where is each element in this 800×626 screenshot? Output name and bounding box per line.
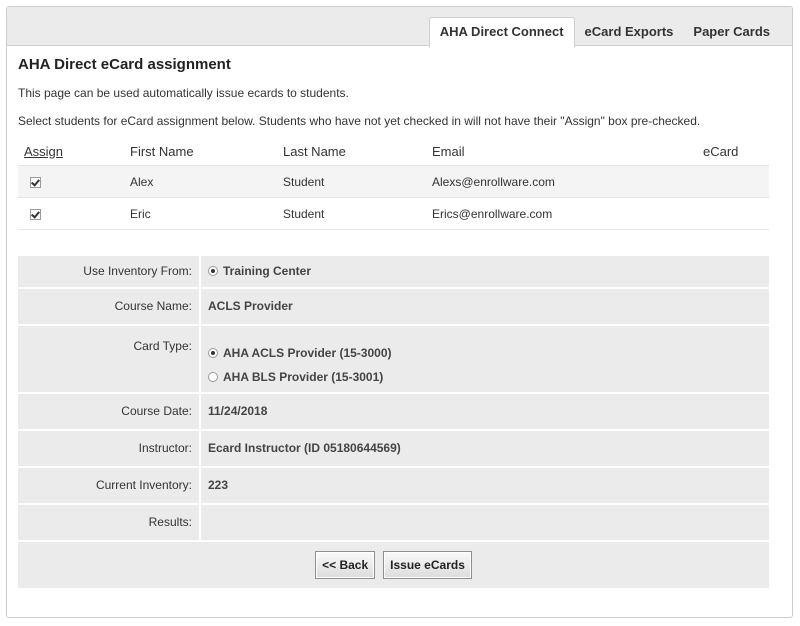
inventory-value: Training Center xyxy=(201,256,769,287)
email-cell: Alexs@enrollware.com xyxy=(432,165,703,198)
back-button[interactable]: << Back xyxy=(315,551,376,579)
card-type-row: Card Type: AHA ACLS Provider (15-3000) A… xyxy=(18,326,769,394)
card-type-bls-radio[interactable] xyxy=(208,372,218,382)
results-label: Results: xyxy=(18,505,201,540)
results-row: Results: xyxy=(18,505,769,542)
button-row: << Back Issue eCards xyxy=(18,542,769,588)
inventory-option-label: Training Center xyxy=(223,264,312,278)
course-date-row: Course Date: 11/24/2018 xyxy=(18,394,769,431)
card-type-label: Card Type: xyxy=(18,326,201,392)
instructor-label: Instructor: xyxy=(18,431,201,466)
current-inventory-row: Current Inventory: 223 xyxy=(18,468,769,505)
first-name-cell: Eric xyxy=(130,197,283,230)
course-name-row: Course Name: ACLS Provider xyxy=(18,289,769,326)
card-type-option-bls[interactable]: AHA BLS Provider (15-3001) xyxy=(208,365,769,389)
last-name-column-header: Last Name xyxy=(283,143,346,159)
email-column-header: Email xyxy=(432,143,465,159)
first-name-column-header: First Name xyxy=(130,143,194,159)
card-type-acls-radio[interactable] xyxy=(208,348,218,358)
ecard-cell xyxy=(703,197,769,230)
page-instructions: Select students for eCard assignment bel… xyxy=(18,114,701,128)
assign-cell xyxy=(18,165,130,198)
inventory-training-center-radio[interactable] xyxy=(208,266,218,276)
last-name-cell: Student xyxy=(283,165,432,198)
main-content: AHA Direct eCard assignment This page ca… xyxy=(18,56,769,230)
tab-paper-cards[interactable]: Paper Cards xyxy=(683,18,780,47)
tab-bar: AHA Direct Connect eCard Exports Paper C… xyxy=(7,7,792,48)
results-value xyxy=(201,505,769,540)
card-type-option-label: AHA BLS Provider (15-3001) xyxy=(223,370,384,384)
page-intro: This page can be used automatically issu… xyxy=(18,86,349,100)
assign-checkbox[interactable] xyxy=(30,208,41,220)
last-name-cell: Student xyxy=(283,197,432,230)
tab-aha-direct-connect[interactable]: AHA Direct Connect xyxy=(428,17,575,48)
course-date-label: Course Date: xyxy=(18,394,201,429)
table-row: Eric Student Erics@enrollware.com xyxy=(18,197,769,230)
card-type-option-acls[interactable]: AHA ACLS Provider (15-3000) xyxy=(208,341,769,365)
inventory-row: Use Inventory From: Training Center xyxy=(18,256,769,289)
card-type-option-label: AHA ACLS Provider (15-3000) xyxy=(223,346,392,360)
inventory-label: Use Inventory From: xyxy=(18,256,201,287)
ecard-cell xyxy=(703,165,769,198)
issue-ecards-button[interactable]: Issue eCards xyxy=(383,551,472,579)
students-table: Assign First Name Last Name Email eCard … xyxy=(18,137,769,230)
page-title: AHA Direct eCard assignment xyxy=(18,56,231,73)
email-cell: Erics@enrollware.com xyxy=(432,197,703,230)
instructor-row: Instructor: Ecard Instructor (ID 0518064… xyxy=(18,431,769,468)
ecard-column-header: eCard xyxy=(703,143,739,159)
assignment-form: Use Inventory From: Training Center Cour… xyxy=(18,256,769,588)
assign-column-header[interactable]: Assign xyxy=(18,137,130,166)
assign-checkbox[interactable] xyxy=(30,176,41,188)
table-header-row: Assign First Name Last Name Email eCard xyxy=(18,137,769,166)
assign-cell xyxy=(18,197,130,230)
first-name-cell: Alex xyxy=(130,165,283,198)
course-name-label: Course Name: xyxy=(18,289,201,324)
current-inventory-label: Current Inventory: xyxy=(18,468,201,503)
tab-list: AHA Direct Connect eCard Exports Paper C… xyxy=(428,17,780,48)
course-date-value: 11/24/2018 xyxy=(208,404,268,418)
current-inventory-value: 223 xyxy=(208,478,229,492)
tab-ecard-exports[interactable]: eCard Exports xyxy=(575,18,684,47)
instructor-value: Ecard Instructor (ID 05180644569) xyxy=(208,441,401,455)
table-row: Alex Student Alexs@enrollware.com xyxy=(18,165,769,198)
course-name-value: ACLS Provider xyxy=(208,299,293,313)
card-type-options: AHA ACLS Provider (15-3000) AHA BLS Prov… xyxy=(201,326,769,392)
